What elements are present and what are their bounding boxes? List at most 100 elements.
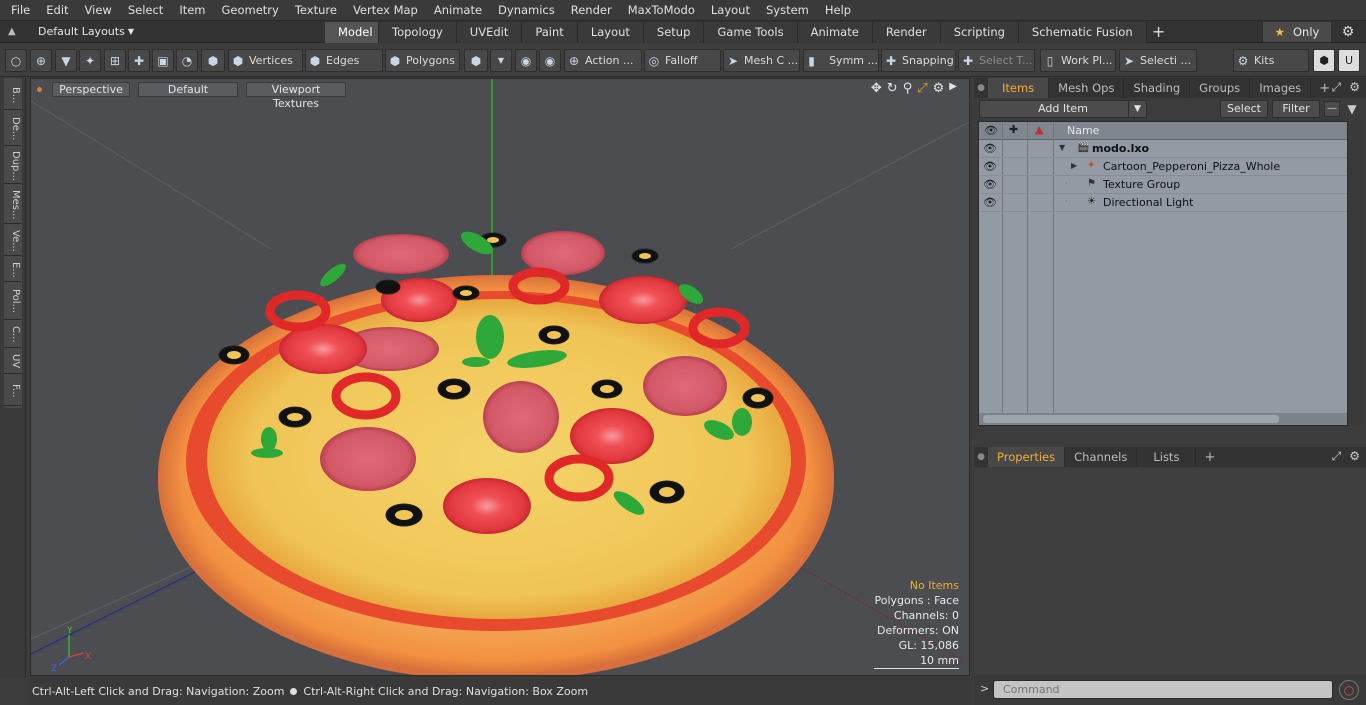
- shading-mode-button[interactable]: Default: [138, 81, 238, 97]
- menu-vertex-map[interactable]: Vertex Map: [345, 0, 426, 21]
- rotate-view-icon[interactable]: ↻: [887, 81, 898, 96]
- mode-dropdown[interactable]: ▼: [490, 49, 512, 72]
- filter-button[interactable]: Filter: [1272, 100, 1320, 118]
- menu-texture[interactable]: Texture: [287, 0, 345, 21]
- tab-topology[interactable]: Topology: [379, 21, 457, 43]
- collapse-icon[interactable]: —: [1324, 101, 1340, 117]
- left-tab-deform[interactable]: De...: [4, 112, 21, 146]
- tab-setup[interactable]: Setup: [643, 21, 705, 43]
- maximize-panel-icon[interactable]: ⤢: [1332, 80, 1342, 95]
- view-mode-button[interactable]: Perspective: [52, 81, 130, 97]
- tab-images[interactable]: Images: [1250, 78, 1312, 98]
- command-input[interactable]: [993, 680, 1333, 699]
- mesh-constraint-button[interactable]: ➤ Mesh C ...: [723, 49, 800, 72]
- work-plane-button[interactable]: ▯ Work Pl...: [1040, 49, 1116, 72]
- menu-select[interactable]: Select: [120, 0, 171, 21]
- tab-scripting[interactable]: Scripting: [940, 21, 1019, 43]
- tab-model[interactable]: Model: [325, 21, 379, 43]
- add-item-button[interactable]: Add Item ▼: [979, 100, 1147, 118]
- menu-geometry[interactable]: Geometry: [214, 0, 287, 21]
- item-list[interactable]: 👁 ✚ ▲ Name 👁 ▼ 🎬 modo.lxo 👁 ▶ ✦ Cartoon_…: [978, 121, 1348, 426]
- list-item[interactable]: 👁 ▼ 🎬 modo.lxo: [979, 140, 1347, 158]
- kits-button[interactable]: ⚙ Kits: [1233, 49, 1309, 72]
- tab-shading[interactable]: Shading: [1124, 78, 1191, 98]
- vertical-scrollbar[interactable]: [1349, 121, 1362, 426]
- horizontal-scrollbar[interactable]: [979, 413, 1347, 425]
- snapping-button[interactable]: ✚ Snapping: [881, 49, 956, 72]
- select-circle-button[interactable]: ○: [5, 49, 27, 72]
- chevron-down-icon[interactable]: ▼: [1128, 101, 1146, 117]
- action-center-button[interactable]: ⊕ Action ...: [564, 49, 642, 72]
- tab-layout[interactable]: Layout: [577, 21, 644, 43]
- rotate-button[interactable]: ◔: [176, 49, 198, 72]
- left-tab-polygon[interactable]: Pol...: [4, 284, 21, 320]
- transform-button[interactable]: ⊞: [104, 49, 126, 72]
- tab-lists[interactable]: Lists: [1137, 447, 1197, 467]
- menu-render[interactable]: Render: [563, 0, 620, 21]
- eye-icon[interactable]: 👁: [983, 160, 997, 173]
- menu-file[interactable]: File: [0, 0, 38, 21]
- menu-system[interactable]: System: [758, 0, 817, 21]
- add-panel-tab-icon[interactable]: +: [1196, 450, 1223, 465]
- only-toggle[interactable]: ★ Only: [1263, 22, 1331, 42]
- expand-icon[interactable]: ▶: [1071, 161, 1077, 170]
- stop-icon[interactable]: ○: [1339, 680, 1359, 700]
- maximize-icon[interactable]: ⤢: [917, 81, 927, 96]
- arrow-up-icon[interactable]: ▲: [8, 26, 20, 37]
- list-item[interactable]: 👁 · ⚑ Texture Group: [979, 176, 1347, 194]
- selection-sets-button[interactable]: ➤ Selecti ...: [1119, 49, 1197, 72]
- left-tab-duplicate[interactable]: Dup...: [4, 148, 21, 184]
- menu-maxtomodo[interactable]: MaxToModo: [620, 0, 703, 21]
- list-item[interactable]: 👁 · ☀ Directional Light: [979, 194, 1347, 212]
- falloff-button[interactable]: ◎ Falloff: [644, 49, 721, 72]
- left-tab-fusion[interactable]: F...: [4, 376, 21, 406]
- left-tab-uv[interactable]: UV: [4, 350, 21, 374]
- eye-icon[interactable]: 👁: [983, 142, 997, 155]
- unity-button[interactable]: ⬢: [1313, 49, 1335, 72]
- material-mode-button[interactable]: ⬢: [464, 49, 488, 72]
- viewport-menu-dot[interactable]: [37, 86, 42, 92]
- viewport-gear-icon[interactable]: ⚙: [933, 81, 945, 96]
- pan-icon[interactable]: ✥: [871, 81, 882, 96]
- maximize-panel-icon[interactable]: ⤢: [1332, 449, 1342, 464]
- panel-gear-icon[interactable]: ⚙: [1349, 80, 1360, 95]
- lock-column-icon[interactable]: ✚: [1009, 123, 1018, 136]
- add-tab-icon[interactable]: +: [1147, 22, 1171, 41]
- viewport-textures-button[interactable]: Viewport Textures: [246, 81, 346, 110]
- tab-render[interactable]: Render: [872, 21, 941, 43]
- scrollbar-thumb[interactable]: [983, 415, 1279, 423]
- pen-button[interactable]: ▼: [55, 49, 77, 72]
- panel-grip-icon[interactable]: ●: [974, 83, 988, 93]
- item-mode-button[interactable]: ⬢: [201, 49, 225, 72]
- name-column-header[interactable]: Name: [1067, 124, 1099, 137]
- tab-animate[interactable]: Animate: [797, 21, 873, 43]
- select-through-button[interactable]: ✚ Select T...: [958, 49, 1035, 72]
- expand-icon[interactable]: ▼: [1059, 143, 1065, 152]
- left-tab-basic[interactable]: B...: [4, 82, 21, 110]
- zoom-icon[interactable]: ⚲: [903, 81, 913, 96]
- tab-groups[interactable]: Groups: [1190, 78, 1251, 98]
- tab-channels[interactable]: Channels: [1065, 447, 1138, 467]
- edges-button[interactable]: ⬢ Edges: [305, 49, 383, 72]
- tab-schematic-fusion[interactable]: Schematic Fusion: [1018, 21, 1147, 43]
- left-tab-curve[interactable]: C...: [4, 322, 21, 348]
- scene-canvas[interactable]: Y X Z: [31, 79, 970, 676]
- tab-game-tools[interactable]: Game Tools: [704, 21, 798, 43]
- tab-properties[interactable]: Properties: [988, 447, 1066, 467]
- tab-mesh-ops[interactable]: Mesh Ops: [1049, 78, 1125, 98]
- command-history-icon[interactable]: >: [980, 682, 989, 695]
- tab-paint[interactable]: Paint: [522, 21, 578, 43]
- menu-help[interactable]: Help: [817, 0, 859, 21]
- tab-uvedit[interactable]: UVEdit: [456, 21, 523, 43]
- menu-layout[interactable]: Layout: [703, 0, 758, 21]
- left-tab-edge[interactable]: E...: [4, 258, 21, 282]
- 3d-viewport[interactable]: Y X Z Perspective Default Viewport Textu…: [30, 78, 970, 676]
- eye-icon[interactable]: 👁: [983, 196, 997, 209]
- visibility-column-icon[interactable]: 👁: [984, 124, 998, 137]
- menu-dynamics[interactable]: Dynamics: [490, 0, 563, 21]
- menu-view[interactable]: View: [77, 0, 120, 21]
- layout-dropdown[interactable]: ▲ Default Layouts ▼: [0, 21, 325, 43]
- vertices-button[interactable]: ⬢ Vertices: [228, 49, 303, 72]
- symmetry-toggle-b[interactable]: ◉: [539, 49, 561, 72]
- menu-edit[interactable]: Edit: [38, 0, 76, 21]
